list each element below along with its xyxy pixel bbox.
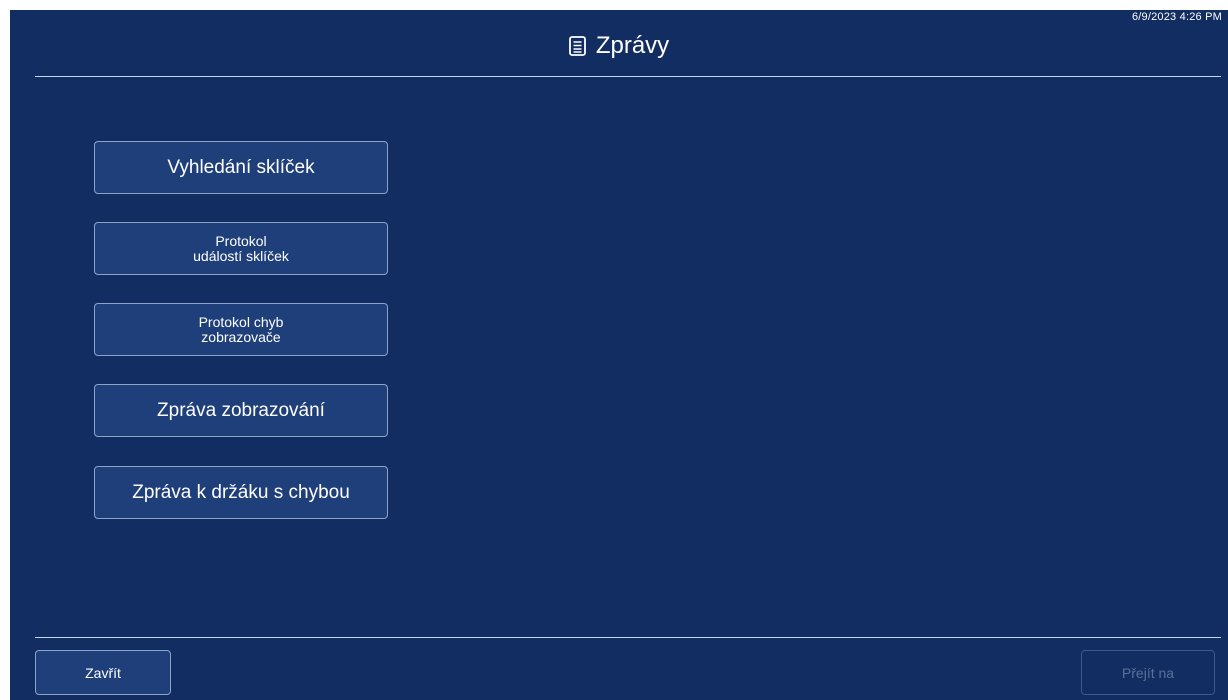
page-header: Zprávy — [10, 28, 1228, 64]
error-rack-report-button[interactable]: Zpráva k držáku s chybou — [94, 466, 388, 519]
reports-screen: 6/9/2023 4:26 PM Zprávy Vyhledání sklíče… — [10, 10, 1228, 700]
go-to-button[interactable]: Přejít na — [1081, 650, 1215, 695]
page-title: Zprávy — [595, 32, 670, 59]
imaging-report-label: Zpráva zobrazování — [157, 399, 325, 421]
imaging-report-button[interactable]: Zpráva zobrazování — [94, 384, 388, 437]
slide-search-label: Vyhledání sklíček — [167, 156, 315, 178]
go-to-button-label: Přejít na — [1121, 664, 1175, 681]
timestamp: 6/9/2023 4:26 PM — [1131, 11, 1222, 23]
close-button-label: Zavřít — [85, 664, 121, 681]
imager-error-log-button[interactable]: Protokol chyb zobrazovače — [94, 303, 388, 356]
header-divider — [35, 76, 1221, 77]
slide-event-log-button[interactable]: Protokol událostí sklíček — [94, 222, 388, 275]
imager-error-log-label: Protokol chyb zobrazovače — [198, 313, 284, 345]
slide-search-button[interactable]: Vyhledání sklíček — [94, 141, 388, 194]
slide-event-log-label: Protokol událostí sklíček — [193, 232, 289, 264]
close-button[interactable]: Zavřít — [35, 650, 171, 695]
error-rack-report-label: Zpráva k držáku s chybou — [132, 481, 350, 503]
document-icon — [568, 36, 586, 56]
footer-divider — [35, 637, 1221, 638]
